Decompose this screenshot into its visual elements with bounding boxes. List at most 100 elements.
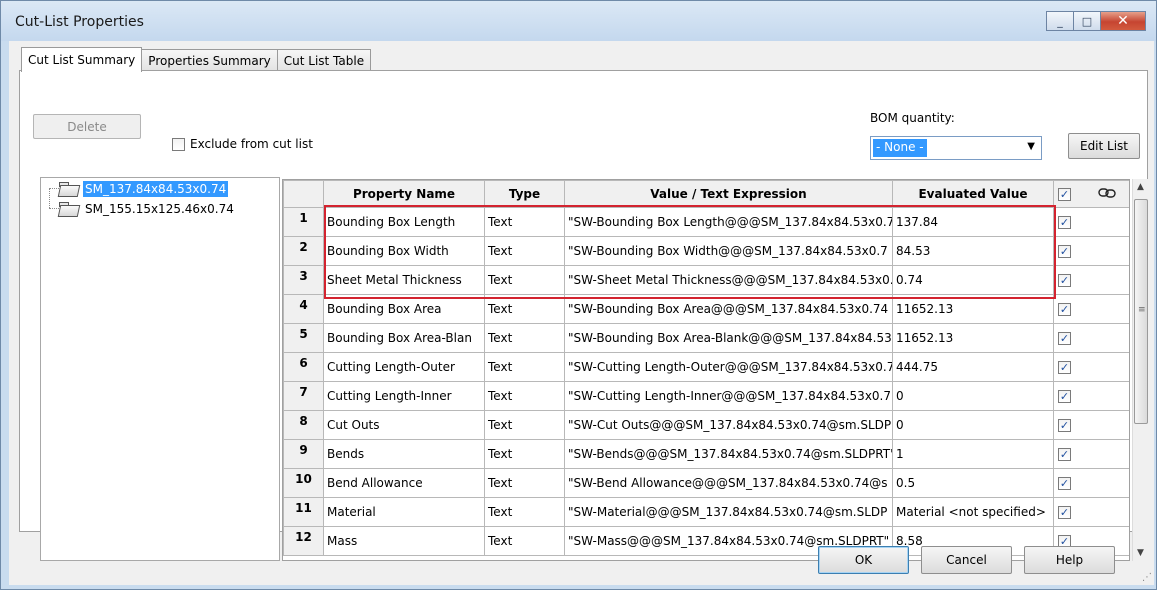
include-checkbox[interactable]: ✓ bbox=[1058, 506, 1071, 519]
value-expression-cell[interactable]: "SW-Bounding Box Area-Blank@@@SM_137.84x… bbox=[564, 323, 893, 353]
table-row[interactable]: 6 Cutting Length-Outer Text "SW-Cutting Len… bbox=[283, 352, 1129, 382]
table-row[interactable]: 10 Bend Allowance Text "SW-Bend Allowance@@… bbox=[283, 468, 1129, 498]
include-checkbox[interactable]: ✓ bbox=[1058, 332, 1071, 345]
include-checkbox-cell[interactable]: ✓ bbox=[1053, 439, 1082, 469]
column-header[interactable]: Type bbox=[484, 180, 565, 208]
evaluated-value-cell[interactable]: 0.5 bbox=[892, 468, 1054, 498]
value-expression-cell[interactable]: "SW-Bend Allowance@@@SM_137.84x84.53x0.7… bbox=[564, 468, 893, 498]
include-checkbox-cell[interactable]: ✓ bbox=[1053, 381, 1082, 411]
type-cell[interactable]: Text bbox=[484, 497, 565, 527]
row-number[interactable]: 6 bbox=[283, 352, 324, 382]
link-cell[interactable] bbox=[1081, 439, 1129, 469]
include-checkbox[interactable]: ✓ bbox=[1058, 448, 1071, 461]
property-name-cell[interactable]: Cutting Length-Inner bbox=[323, 381, 485, 411]
evaluated-value-cell[interactable]: 137.84 bbox=[892, 207, 1054, 237]
table-row[interactable]: 1 Bounding Box Length Text "SW-Bounding Box… bbox=[283, 207, 1129, 237]
tree-item[interactable]: SM_137.84x84.53x0.74 bbox=[59, 180, 229, 198]
table-row[interactable]: 7 Cutting Length-Inner Text "SW-Cutting Len… bbox=[283, 381, 1129, 411]
title-bar[interactable]: Cut-List Properties _ □ ✕ bbox=[1, 1, 1156, 41]
include-checkbox[interactable]: ✓ bbox=[1058, 245, 1071, 258]
property-name-cell[interactable]: Bounding Box Width bbox=[323, 236, 485, 266]
type-cell[interactable]: Text bbox=[484, 294, 565, 324]
include-checkbox[interactable]: ✓ bbox=[1058, 361, 1071, 374]
type-cell[interactable]: Text bbox=[484, 410, 565, 440]
bom-quantity-dropdown[interactable]: - None - ▼ bbox=[870, 136, 1042, 160]
link-header[interactable] bbox=[1081, 180, 1129, 208]
include-checkbox[interactable]: ✓ bbox=[1058, 216, 1071, 229]
type-cell[interactable]: Text bbox=[484, 381, 565, 411]
type-cell[interactable]: Text bbox=[484, 468, 565, 498]
edit-list-button[interactable]: Edit List bbox=[1068, 133, 1140, 159]
value-expression-cell[interactable]: "SW-Cutting Length-Outer@@@SM_137.84x84.… bbox=[564, 352, 893, 382]
scroll-down-icon[interactable]: ▼ bbox=[1137, 548, 1144, 558]
table-row[interactable]: 5 Bounding Box Area-Blan Text "SW-Bounding … bbox=[283, 323, 1129, 353]
table-row[interactable]: 9 Bends Text "SW-Bends@@@SM_137.84x84.53x0.… bbox=[283, 439, 1129, 469]
evaluated-value-cell[interactable]: 11652.13 bbox=[892, 294, 1054, 324]
row-number[interactable]: 5 bbox=[283, 323, 324, 353]
type-cell[interactable]: Text bbox=[484, 236, 565, 266]
select-all-header[interactable]: ✓ bbox=[1053, 180, 1082, 208]
row-number[interactable]: 2 bbox=[283, 236, 324, 266]
type-cell[interactable]: Text bbox=[484, 207, 565, 237]
row-number[interactable]: 8 bbox=[283, 410, 324, 440]
link-cell[interactable] bbox=[1081, 410, 1129, 440]
row-number[interactable]: 11 bbox=[283, 497, 324, 527]
value-expression-cell[interactable]: "SW-Material@@@SM_137.84x84.53x0.74@sm.S… bbox=[564, 497, 893, 527]
include-checkbox-cell[interactable]: ✓ bbox=[1053, 410, 1082, 440]
link-cell[interactable] bbox=[1081, 236, 1129, 266]
table-row[interactable]: 11 Material Text "SW-Material@@@SM_137.84x8… bbox=[283, 497, 1129, 527]
cancel-button[interactable]: Cancel bbox=[921, 546, 1012, 574]
row-number[interactable]: 9 bbox=[283, 439, 324, 469]
evaluated-value-cell[interactable]: 11652.13 bbox=[892, 323, 1054, 353]
scroll-up-icon[interactable]: ▲ bbox=[1137, 182, 1144, 192]
property-name-cell[interactable]: Bounding Box Area bbox=[323, 294, 485, 324]
property-name-cell[interactable]: Cutting Length-Outer bbox=[323, 352, 485, 382]
resize-grip-icon[interactable]: ⋰ bbox=[1142, 572, 1152, 583]
evaluated-value-cell[interactable]: 0.74 bbox=[892, 265, 1054, 295]
exclude-from-cut-list-option[interactable]: Exclude from cut list bbox=[172, 137, 313, 151]
scroll-thumb[interactable]: ≡ bbox=[1134, 199, 1148, 424]
link-cell[interactable] bbox=[1081, 294, 1129, 324]
evaluated-value-cell[interactable]: 0 bbox=[892, 381, 1054, 411]
row-number[interactable]: 7 bbox=[283, 381, 324, 411]
delete-button[interactable]: Delete bbox=[33, 114, 141, 139]
type-cell[interactable]: Text bbox=[484, 323, 565, 353]
property-name-cell[interactable]: Bends bbox=[323, 439, 485, 469]
include-checkbox-cell[interactable]: ✓ bbox=[1053, 497, 1082, 527]
value-expression-cell[interactable]: "SW-Cutting Length-Inner@@@SM_137.84x84.… bbox=[564, 381, 893, 411]
include-checkbox[interactable]: ✓ bbox=[1058, 419, 1071, 432]
type-cell[interactable]: Text bbox=[484, 439, 565, 469]
row-number[interactable]: 10 bbox=[283, 468, 324, 498]
include-checkbox-cell[interactable]: ✓ bbox=[1053, 294, 1082, 324]
column-header[interactable]: Evaluated Value bbox=[892, 180, 1054, 208]
property-name-cell[interactable]: Sheet Metal Thickness bbox=[323, 265, 485, 295]
vertical-scrollbar[interactable]: ▲ ≡ ▼ bbox=[1132, 179, 1149, 561]
include-checkbox[interactable]: ✓ bbox=[1058, 274, 1071, 287]
tree-item[interactable]: SM_155.15x125.46x0.74 bbox=[59, 200, 236, 218]
row-number[interactable]: 4 bbox=[283, 294, 324, 324]
table-row[interactable]: 3 Sheet Metal Thickness Text "SW-Sheet Meta… bbox=[283, 265, 1129, 295]
property-name-cell[interactable]: Cut Outs bbox=[323, 410, 485, 440]
value-expression-cell[interactable]: "SW-Bounding Box Area@@@SM_137.84x84.53x… bbox=[564, 294, 893, 324]
property-name-cell[interactable]: Bounding Box Length bbox=[323, 207, 485, 237]
include-checkbox-cell[interactable]: ✓ bbox=[1053, 352, 1082, 382]
link-cell[interactable] bbox=[1081, 497, 1129, 527]
tab-properties-summary[interactable]: Properties Summary bbox=[141, 49, 278, 71]
value-expression-cell[interactable]: "SW-Bends@@@SM_137.84x84.53x0.74@sm.SLDP… bbox=[564, 439, 893, 469]
table-row[interactable]: 2 Bounding Box Width Text "SW-Bounding Box … bbox=[283, 236, 1129, 266]
row-number[interactable]: 3 bbox=[283, 265, 324, 295]
table-row[interactable]: 8 Cut Outs Text "SW-Cut Outs@@@SM_137.84x84… bbox=[283, 410, 1129, 440]
row-number[interactable]: 12 bbox=[283, 526, 324, 556]
link-cell[interactable] bbox=[1081, 323, 1129, 353]
evaluated-value-cell[interactable]: Material <not specified> bbox=[892, 497, 1054, 527]
include-checkbox-cell[interactable]: ✓ bbox=[1053, 236, 1082, 266]
include-checkbox-cell[interactable]: ✓ bbox=[1053, 207, 1082, 237]
link-cell[interactable] bbox=[1081, 207, 1129, 237]
row-number[interactable]: 1 bbox=[283, 207, 324, 237]
tab-cut-list-summary[interactable]: Cut List Summary bbox=[21, 47, 143, 72]
value-expression-cell[interactable]: "SW-Bounding Box Width@@@SM_137.84x84.53… bbox=[564, 236, 893, 266]
evaluated-value-cell[interactable]: 84.53 bbox=[892, 236, 1054, 266]
column-header[interactable]: Property Name bbox=[323, 180, 485, 208]
include-checkbox-cell[interactable]: ✓ bbox=[1053, 323, 1082, 353]
include-checkbox[interactable]: ✓ bbox=[1058, 303, 1071, 316]
